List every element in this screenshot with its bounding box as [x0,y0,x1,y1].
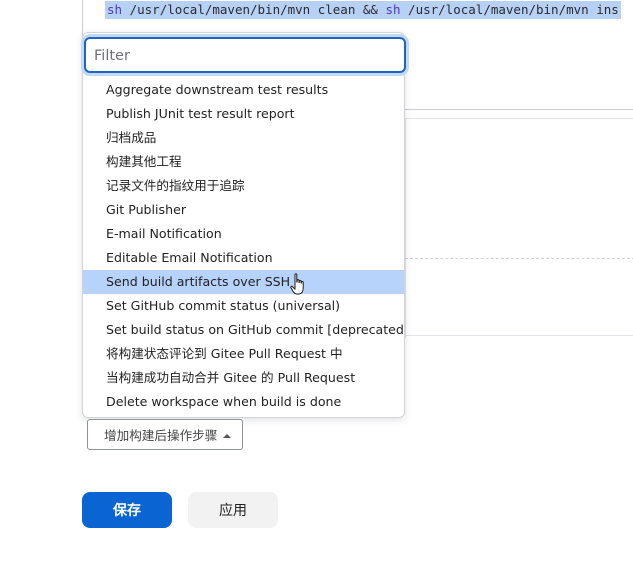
caret-up-icon [223,433,232,438]
save-button[interactable]: 保存 [82,492,172,528]
menu-item[interactable]: Git Publisher [83,198,404,222]
script-line: sh /usr/local/maven/bin/mvn clean && sh … [105,1,621,19]
menu-item[interactable]: Set build status on GitHub commit [depre… [83,318,404,342]
menu-item[interactable]: E-mail Notification [83,222,404,246]
menu-list: Aggregate downstream test results Publish… [83,78,404,414]
menu-item[interactable]: 将构建状态评论到 Gitee Pull Request 中 [83,342,404,366]
add-post-build-step-label: 增加构建后操作步骤 [104,428,218,443]
menu-item[interactable]: Publish JUnit test result report [83,102,404,126]
dashed-divider [405,258,633,259]
filter-field-wrapper [84,37,406,73]
script-text: /usr/local/maven/bin/mvn clean && [122,2,386,17]
section-border [405,118,406,338]
add-post-build-step-button[interactable]: 增加构建后操作步骤 [87,419,243,450]
script-text: /usr/local/maven/bin/mvn ins [400,2,619,17]
post-build-step-dropdown: Aggregate downstream test resultsPublish… [82,32,406,418]
menu-item[interactable]: Aggregate downstream test results [83,78,404,102]
menu-item[interactable]: Send build artifacts over SSH [83,270,404,294]
script-keyword: sh [385,2,401,17]
menu-item[interactable]: 记录文件的指纹用于追踪 [83,174,404,198]
hand-pointer-icon [290,273,304,295]
menu-item[interactable]: 归档成品 [83,126,404,150]
menu-item[interactable]: Editable Email Notification [83,246,404,270]
apply-button[interactable]: 应用 [188,492,278,528]
filter-input[interactable] [94,46,394,66]
section-divider [405,118,633,119]
menu-item[interactable]: Delete workspace when build is done [83,390,404,414]
menu-item[interactable]: 构建其他工程 [83,150,404,174]
section-divider [405,335,633,336]
menu-item[interactable]: Set GitHub commit status (universal) [83,294,404,318]
script-keyword: sh [107,2,123,17]
menu-item[interactable]: 当构建成功自动合并 Gitee 的 Pull Request [83,366,404,390]
